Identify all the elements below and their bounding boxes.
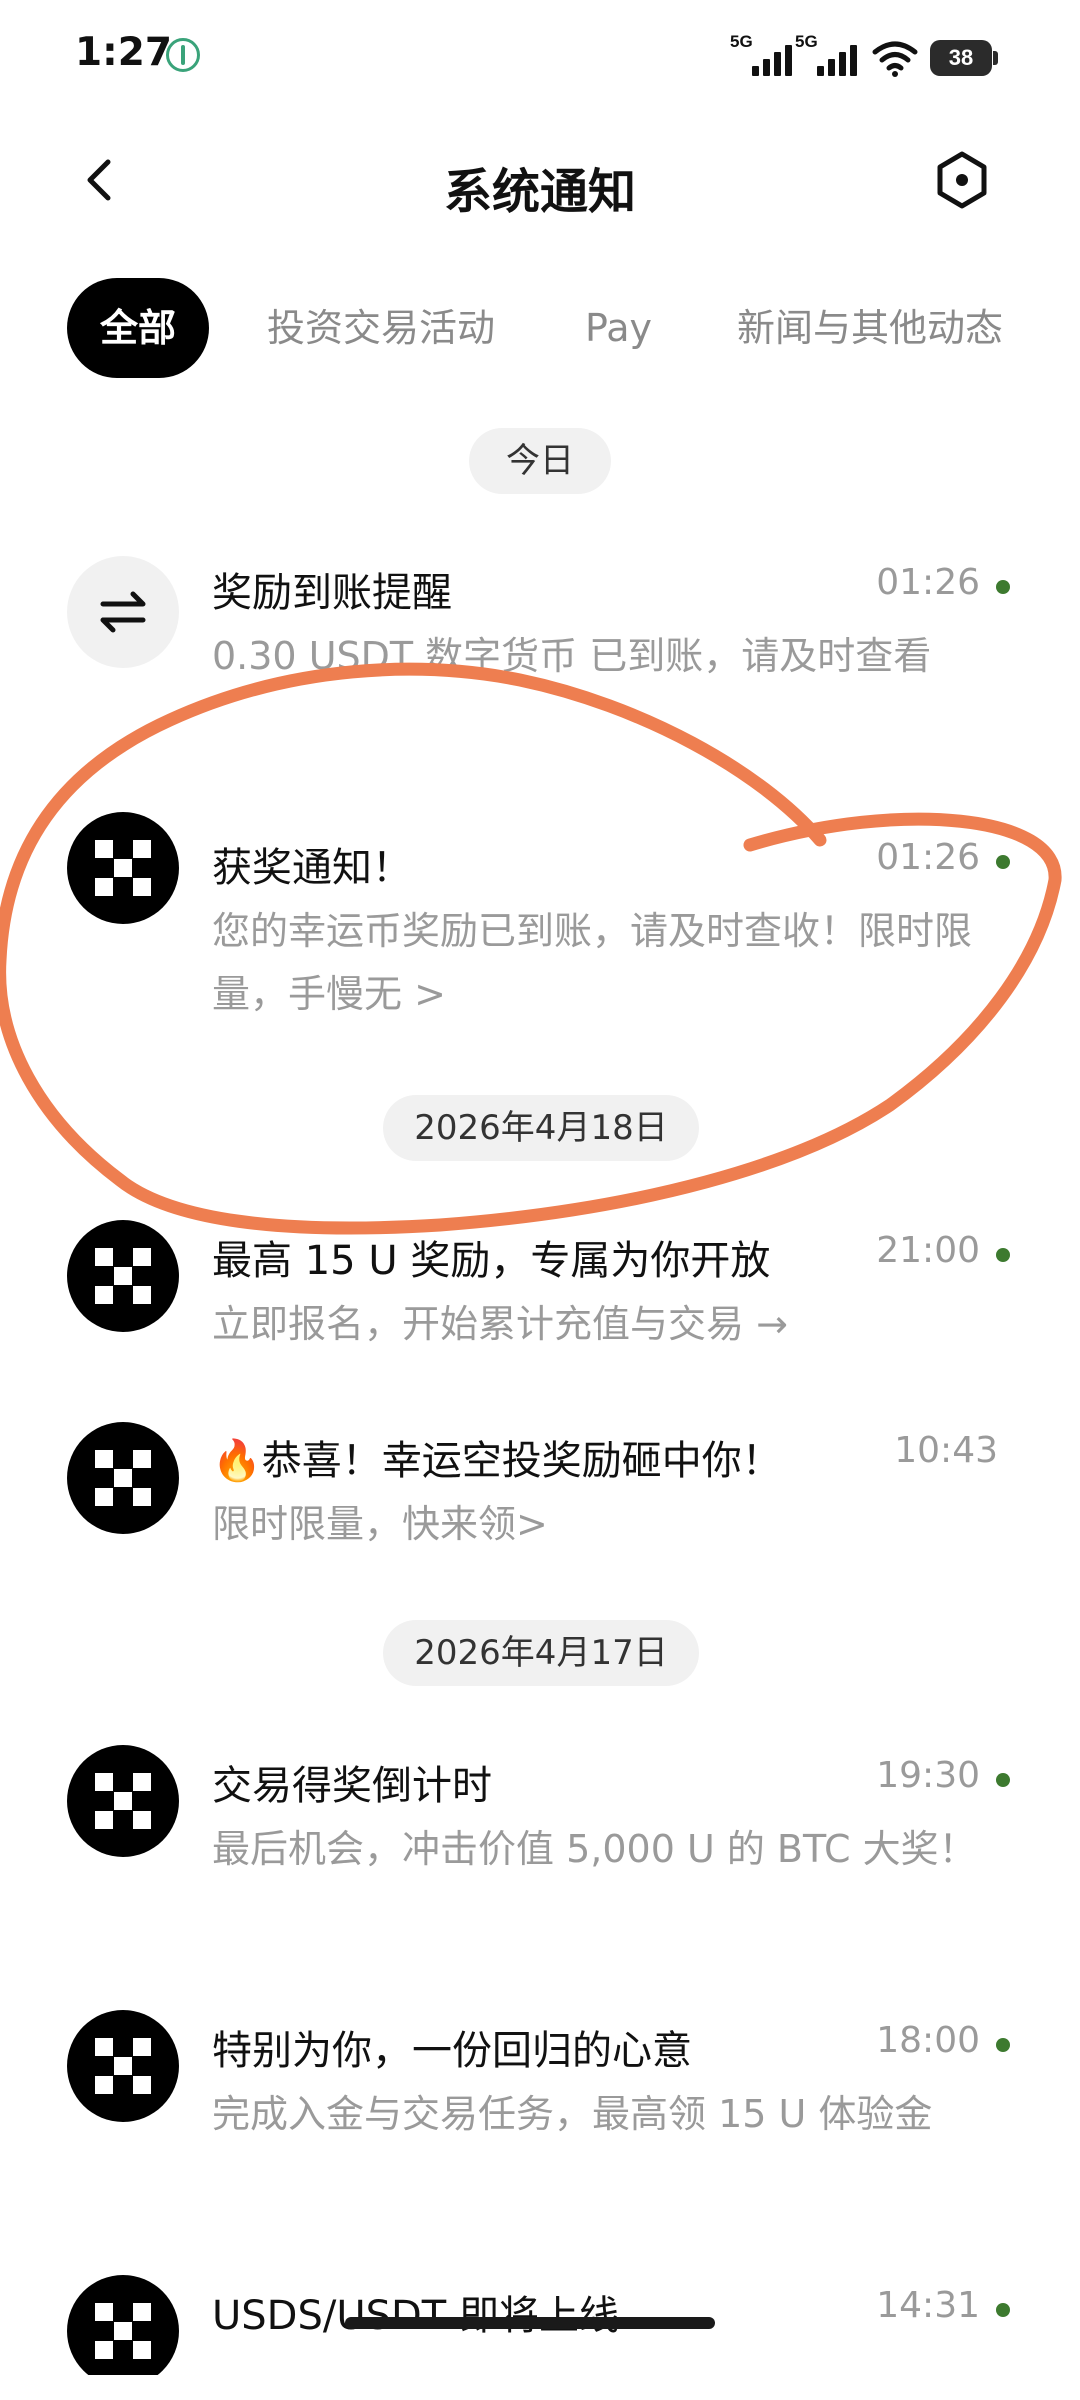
okx-logo-icon <box>67 2010 179 2122</box>
notification-time: 10:43 <box>894 1430 998 1471</box>
notification-title: 交易得奖倒计时 <box>212 1763 492 1809</box>
notification-time: 21:00 <box>876 1230 980 1271</box>
notification-time: 19:30 <box>876 1755 980 1796</box>
tab-pay[interactable]: Pay <box>585 278 652 378</box>
unread-indicator <box>996 1773 1010 1787</box>
unread-indicator <box>996 1248 1010 1262</box>
cellular-signal-icon: 5G <box>730 32 802 76</box>
notification-item[interactable]: 最高 15 U 奖励，专属为你开放 21:00 立即报名，开始累计充值与交易 → <box>0 1200 1080 1370</box>
status-time: 1:27 <box>75 30 173 75</box>
network-type-label: 5G <box>795 32 818 51</box>
notification-body: 最后机会，冲击价值 5,000 U 的 BTC 大奖！ <box>212 1827 977 1871</box>
unread-indicator <box>996 580 1010 594</box>
battery-level: 38 <box>948 45 974 70</box>
notification-title: USDS/USDT 即将上线 <box>212 2293 619 2339</box>
app-notification-icon <box>166 38 200 72</box>
home-indicator[interactable] <box>345 2317 715 2329</box>
notification-item[interactable]: 交易得奖倒计时 19:30 最后机会，冲击价值 5,000 U 的 BTC 大奖… <box>0 1725 1080 1955</box>
unread-indicator <box>996 855 1010 869</box>
date-divider: 今日 <box>469 428 611 494</box>
settings-button[interactable] <box>930 148 994 212</box>
notification-time: 01:26 <box>876 837 980 878</box>
notification-item[interactable]: USDS/USDT 即将上线 14:31 <box>0 2255 1080 2375</box>
date-divider: 2026年4月18日 <box>383 1095 699 1161</box>
top-app-bar: 系统通知 <box>0 130 1080 230</box>
tab-investment-trading[interactable]: 投资交易活动 <box>267 278 495 378</box>
network-type-label: 5G <box>730 32 753 51</box>
notification-body: 立即报名，开始累计充值与交易 → <box>212 1302 788 1346</box>
wifi-icon <box>872 41 918 77</box>
notification-body: 限时限量，快来领> <box>212 1502 548 1546</box>
okx-logo-icon <box>67 1220 179 1332</box>
notification-body: 您的幸运币奖励已到账，请及时查收！限时限量，手慢无 > <box>212 909 973 1016</box>
notification-body: 完成入金与交易任务，最高领 15 U 体验金 <box>212 2092 933 2136</box>
notification-title: 获奖通知！ <box>212 845 412 891</box>
okx-logo-icon <box>67 2275 179 2375</box>
notification-item[interactable]: 🔥恭喜！幸运空投奖励砸中你！ 10:43 限时限量，快来领> <box>0 1400 1080 1570</box>
notification-time: 14:31 <box>876 2285 980 2326</box>
notification-title: 奖励到账提醒 <box>212 570 452 616</box>
tab-all[interactable]: 全部 <box>67 278 209 378</box>
notification-body: 0.30 USDT 数字货币 已到账，请及时查看 <box>212 634 932 678</box>
page-title: 系统通知 <box>443 164 636 220</box>
notification-time: 18:00 <box>876 2020 980 2061</box>
notification-time: 01:26 <box>876 562 980 603</box>
date-divider: 2026年4月17日 <box>383 1620 699 1686</box>
notification-title: 特别为你，一份回归的心意 <box>212 2028 692 2074</box>
notification-item[interactable]: 特别为你，一份回归的心意 18:00 完成入金与交易任务，最高领 15 U 体验… <box>0 1990 1080 2220</box>
okx-logo-icon <box>67 1422 179 1534</box>
battery-icon: 38 <box>930 40 998 76</box>
unread-indicator <box>996 2038 1010 2052</box>
category-tabs: 全部 投资交易活动 Pay 新闻与其他动态 <box>67 278 1067 378</box>
notification-title: 🔥恭喜！幸运空投奖励砸中你！ <box>212 1438 782 1484</box>
okx-logo-icon <box>67 812 179 924</box>
unread-indicator <box>996 2303 1010 2317</box>
tab-news-other[interactable]: 新闻与其他动态 <box>737 278 1003 378</box>
cellular-signal-icon: 5G <box>795 32 867 76</box>
status-bar: 1:27 5G 5G 38 <box>0 0 1080 120</box>
notification-item[interactable]: 获奖通知！ 01:26 您的幸运币奖励已到账，请及时查收！限时限量，手慢无 > <box>0 810 1080 1016</box>
notification-item[interactable]: 奖励到账提醒 01:26 0.30 USDT 数字货币 已到账，请及时查看 <box>0 540 1080 740</box>
notification-title: 最高 15 U 奖励，专属为你开放 <box>212 1238 771 1284</box>
swap-arrows-icon <box>67 556 179 668</box>
okx-logo-icon <box>67 1745 179 1857</box>
